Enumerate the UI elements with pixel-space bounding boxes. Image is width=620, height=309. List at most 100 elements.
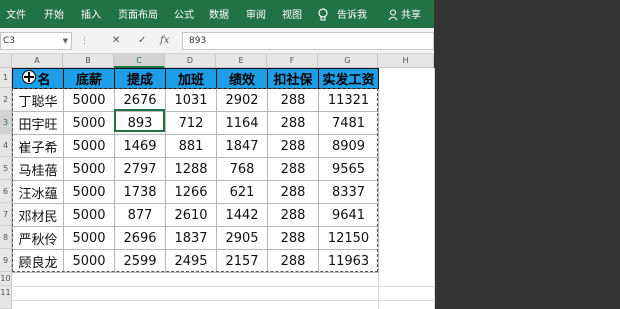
table-cell[interactable]: 5000	[63, 203, 115, 227]
table-cell[interactable]: 崔子希	[12, 134, 64, 158]
table-cell[interactable]: 1164	[216, 111, 268, 135]
table-cell[interactable]: 8909	[318, 134, 379, 158]
table-cell[interactable]: 288	[267, 111, 319, 135]
table-cell[interactable]: 9565	[318, 157, 379, 181]
table-cell[interactable]: 2676	[114, 88, 166, 112]
row-header-4[interactable]: 4	[0, 134, 12, 157]
table-cell[interactable]: 893	[114, 111, 166, 135]
table-cell[interactable]: 881	[165, 134, 217, 158]
table-cell[interactable]: 马桂蓓	[12, 157, 64, 181]
header-cell-performance[interactable]: 绩效	[216, 68, 268, 89]
table-cell[interactable]: 9641	[318, 203, 379, 227]
table-cell[interactable]: 5000	[63, 249, 115, 273]
tab-home[interactable]: 开始	[44, 10, 64, 22]
table-cell[interactable]: 1031	[165, 88, 217, 112]
table-cell[interactable]: 288	[267, 203, 319, 227]
row-header-7[interactable]: 7	[0, 203, 12, 226]
row-header-1[interactable]: 1	[0, 68, 12, 88]
table-cell[interactable]: 5000	[63, 88, 115, 112]
table-cell[interactable]: 顾良龙	[12, 249, 64, 273]
tab-formulas[interactable]: 公式	[174, 10, 194, 22]
enter-icon[interactable]: ✓	[138, 35, 146, 46]
row-header-6[interactable]: 6	[0, 180, 12, 203]
column-header-f[interactable]: F	[267, 54, 318, 68]
share-button[interactable]: 共享	[401, 10, 421, 22]
table-cell[interactable]: 2902	[216, 88, 268, 112]
table-cell[interactable]: 5000	[63, 157, 115, 181]
header-cell-net-pay[interactable]: 实发工资	[318, 68, 379, 89]
tab-view[interactable]: 视图	[282, 10, 302, 22]
cancel-icon[interactable]: ✕	[112, 35, 120, 46]
row-header-2[interactable]: 2	[0, 88, 12, 111]
table-cell[interactable]: 2905	[216, 226, 268, 250]
column-header-g[interactable]: G	[318, 54, 378, 68]
header-cell-base-salary[interactable]: 底薪	[63, 68, 115, 89]
drag-handle-icon[interactable]: ⋮	[80, 36, 89, 46]
table-cell[interactable]: 2610	[165, 203, 217, 227]
column-header-b[interactable]: B	[63, 54, 114, 68]
tab-page-layout[interactable]: 页面布局	[118, 10, 158, 22]
table-cell[interactable]: 877	[114, 203, 166, 227]
insert-function-icon[interactable]: fx	[160, 35, 169, 46]
table-cell[interactable]: 712	[165, 111, 217, 135]
table-cell[interactable]: 丁聪华	[12, 88, 64, 112]
row-header-8[interactable]: 8	[0, 226, 12, 249]
table-cell[interactable]: 8337	[318, 180, 379, 204]
table-cell[interactable]: 5000	[63, 226, 115, 250]
table-cell[interactable]: 288	[267, 88, 319, 112]
row-header-9[interactable]: 9	[0, 249, 12, 272]
table-cell[interactable]: 7481	[318, 111, 379, 135]
tab-insert[interactable]: 插入	[81, 10, 101, 22]
table-cell[interactable]: 288	[267, 226, 319, 250]
table-cell[interactable]: 1847	[216, 134, 268, 158]
table-cell[interactable]: 288	[267, 157, 319, 181]
tell-me-box[interactable]: 告诉我	[337, 10, 367, 22]
row-header-10[interactable]: 10	[0, 272, 12, 286]
column-header-c[interactable]: C	[114, 54, 165, 68]
row-header-3[interactable]: 3	[0, 111, 12, 134]
table-cell[interactable]: 2797	[114, 157, 166, 181]
table-cell[interactable]: 288	[267, 134, 319, 158]
column-header-e[interactable]: E	[216, 54, 267, 68]
table-cell[interactable]: 768	[216, 157, 268, 181]
table-cell[interactable]: 2696	[114, 226, 166, 250]
table-cell[interactable]: 11321	[318, 88, 379, 112]
header-cell-social-insurance[interactable]: 扣社保	[267, 68, 319, 89]
name-box[interactable]: C3 ▼	[0, 32, 72, 50]
header-cell-name[interactable]: 名	[12, 68, 64, 89]
select-all-corner[interactable]	[0, 54, 12, 68]
table-cell[interactable]: 5000	[63, 111, 115, 135]
table-cell[interactable]: 11963	[318, 249, 379, 273]
table-cell[interactable]: 1738	[114, 180, 166, 204]
row-header-11[interactable]: 11	[0, 286, 12, 309]
table-cell[interactable]: 田宇旺	[12, 111, 64, 135]
column-header-a[interactable]: A	[12, 54, 63, 68]
table-cell[interactable]: 1837	[165, 226, 217, 250]
table-cell[interactable]: 严秋伶	[12, 226, 64, 250]
table-cell[interactable]: 2157	[216, 249, 268, 273]
table-cell[interactable]: 1266	[165, 180, 217, 204]
header-cell-overtime[interactable]: 加班	[165, 68, 217, 89]
chevron-down-icon[interactable]: ▼	[63, 33, 68, 49]
table-cell[interactable]: 1469	[114, 134, 166, 158]
table-cell[interactable]: 汪冰蕴	[12, 180, 64, 204]
table-cell[interactable]: 2599	[114, 249, 166, 273]
table-cell[interactable]: 5000	[63, 134, 115, 158]
table-cell[interactable]: 2495	[165, 249, 217, 273]
tab-review[interactable]: 审阅	[246, 10, 266, 22]
table-cell[interactable]: 1288	[165, 157, 217, 181]
table-cell[interactable]: 288	[267, 180, 319, 204]
header-cell-commission[interactable]: 提成	[114, 68, 166, 89]
table-cell[interactable]: 邓材民	[12, 203, 64, 227]
tab-data[interactable]: 数据	[209, 10, 229, 22]
row-header-5[interactable]: 5	[0, 157, 12, 180]
table-cell[interactable]: 288	[267, 249, 319, 273]
table-cell[interactable]: 5000	[63, 180, 115, 204]
tab-file[interactable]: 文件	[6, 10, 26, 22]
column-header-h[interactable]: H	[378, 54, 434, 68]
column-header-d[interactable]: D	[165, 54, 216, 68]
table-cell[interactable]: 621	[216, 180, 268, 204]
worksheet-grid[interactable]: A B C D E F G H 1 2 3 4 5 6 7 8 9 10 11 …	[0, 54, 435, 309]
table-cell[interactable]: 1442	[216, 203, 268, 227]
formula-input[interactable]: 893	[182, 32, 434, 50]
